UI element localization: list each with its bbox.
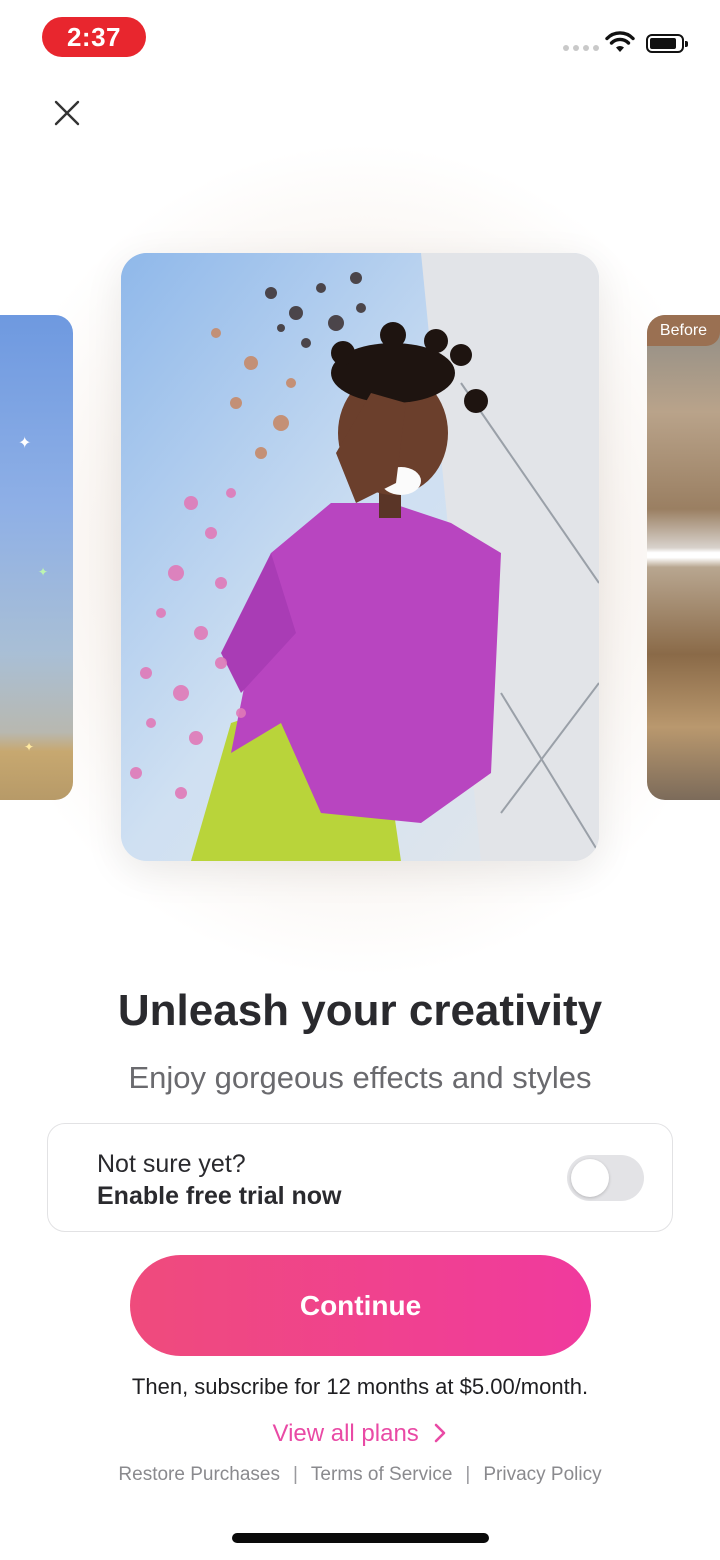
- restore-purchases-link[interactable]: Restore Purchases: [118, 1464, 280, 1486]
- view-all-plans-label: View all plans: [272, 1420, 419, 1447]
- carousel-card-previous[interactable]: ✦ ✦ ✦: [0, 315, 73, 800]
- trial-enable-label: Enable free trial now: [97, 1182, 342, 1210]
- free-trial-card: Not sure yet? Enable free trial now: [47, 1123, 673, 1232]
- cellular-signal-icon: [563, 45, 599, 51]
- privacy-policy-link[interactable]: Privacy Policy: [483, 1464, 601, 1486]
- wifi-icon: [605, 31, 635, 52]
- carousel-card-next[interactable]: Before: [647, 315, 720, 800]
- featured-photo-image: [121, 253, 599, 861]
- close-button[interactable]: [46, 92, 88, 134]
- home-indicator[interactable]: [232, 1533, 489, 1543]
- battery-icon: [646, 34, 688, 53]
- status-bar: 2:37: [0, 0, 720, 80]
- footer-separator: |: [465, 1464, 471, 1485]
- chevron-right-icon: [435, 1423, 446, 1443]
- trial-prompt-text: Not sure yet?: [97, 1150, 246, 1178]
- view-all-plans-link[interactable]: View all plans: [0, 1420, 720, 1448]
- continue-button[interactable]: Continue: [130, 1255, 591, 1356]
- footer-links: Restore Purchases | Terms of Service | P…: [0, 1464, 720, 1486]
- carousel-card-featured[interactable]: [121, 253, 599, 861]
- toggle-knob: [571, 1159, 609, 1197]
- footer-separator: |: [292, 1464, 298, 1485]
- free-trial-toggle[interactable]: [567, 1155, 644, 1201]
- subscription-price-text: Then, subscribe for 12 months at $5.00/m…: [131, 1374, 589, 1399]
- before-badge: Before: [647, 315, 720, 346]
- status-time[interactable]: 2:37: [42, 17, 146, 57]
- terms-of-service-link[interactable]: Terms of Service: [311, 1464, 452, 1486]
- page-title: Unleash your creativity: [117, 986, 603, 1035]
- page-subtitle: Enjoy gorgeous effects and styles: [128, 1060, 592, 1095]
- close-icon: [54, 100, 80, 126]
